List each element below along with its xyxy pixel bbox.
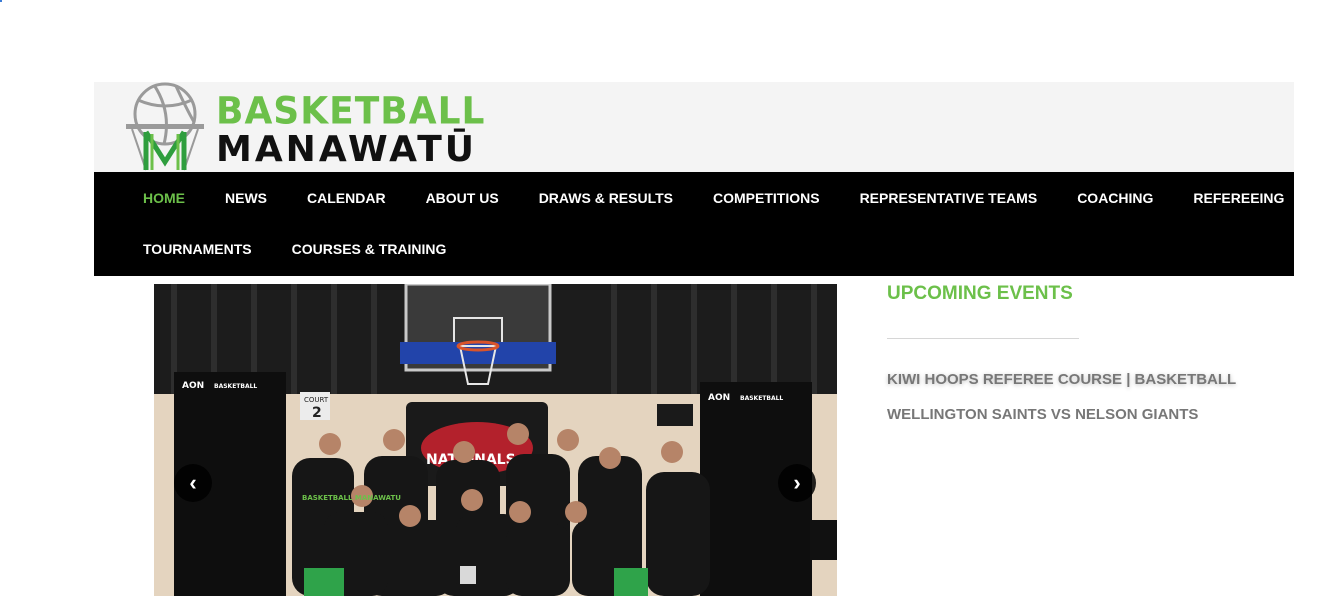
upcoming-events-title: UPCOMING EVENTS xyxy=(887,283,1073,304)
nav-item-news[interactable]: NEWS xyxy=(225,190,267,206)
nav-item-coaching[interactable]: COACHING xyxy=(1077,190,1153,206)
photo-partner-logo-right: BASKETBALL xyxy=(740,395,783,402)
event-link-kiwi-hoops[interactable]: KIWI HOOPS REFEREE COURSE | BASKETBALL xyxy=(887,371,1297,389)
nav-item-representative-teams[interactable]: REPRESENTATIVE TEAMS xyxy=(860,190,1038,206)
nav-row-2: TOURNAMENTS COURSES & TRAINING xyxy=(143,241,486,257)
main-navigation: HOME NEWS CALENDAR ABOUT US DRAWS & RESU… xyxy=(94,172,1294,276)
photo-sponsor-aon-right: AON xyxy=(708,393,730,403)
photo-shirt-text: BASKETBALL MANAWATU xyxy=(302,494,401,502)
nav-item-tournaments[interactable]: TOURNAMENTS xyxy=(143,241,252,257)
nav-item-refereeing[interactable]: REFEREEING xyxy=(1193,190,1284,206)
logo-text-basketball: BASKETBALL xyxy=(216,89,486,133)
nav-item-competitions[interactable]: COMPETITIONS xyxy=(713,190,820,206)
section-divider xyxy=(887,338,1079,339)
nav-item-courses-training[interactable]: COURSES & TRAINING xyxy=(292,241,447,257)
nav-row-1: HOME NEWS CALENDAR ABOUT US DRAWS & RESU… xyxy=(143,190,1319,206)
site-header: BASKETBALL MANAWATŪ xyxy=(94,82,1294,172)
nav-item-about-us[interactable]: ABOUT US xyxy=(426,190,499,206)
photo-sponsor-aon: AON xyxy=(182,381,204,391)
upcoming-events-widget: UPCOMING EVENTS KIWI HOOPS REFEREE COURS… xyxy=(887,284,1297,424)
chevron-left-icon[interactable]: ‹ xyxy=(174,464,212,502)
chevron-right-icon[interactable]: › xyxy=(778,464,816,502)
page: BASKETBALL MANAWATŪ HOME NEWS CALENDAR A… xyxy=(0,0,1319,596)
photo-partner-logo: BASKETBALL xyxy=(214,383,257,390)
nav-item-draws-results[interactable]: DRAWS & RESULTS xyxy=(539,190,673,206)
nav-item-calendar[interactable]: CALENDAR xyxy=(307,190,386,206)
photo-court-label: COURT xyxy=(304,396,329,404)
logo-text-manawatu: MANAWATŪ xyxy=(216,129,478,170)
hero-slider[interactable]: AON BASKETBALL AON BASKETBALL NATIONALS … xyxy=(154,284,837,596)
corner-marker xyxy=(0,0,2,2)
team-photo: AON BASKETBALL AON BASKETBALL NATIONALS … xyxy=(154,284,837,596)
photo-court-number: 2 xyxy=(312,405,322,421)
site-logo[interactable]: BASKETBALL MANAWATŪ xyxy=(124,82,484,172)
nav-item-home[interactable]: HOME xyxy=(143,190,185,206)
event-link-saints-vs-giants[interactable]: WELLINGTON SAINTS VS NELSON GIANTS xyxy=(887,406,1297,424)
basketball-hoop-logo-icon xyxy=(126,82,204,171)
